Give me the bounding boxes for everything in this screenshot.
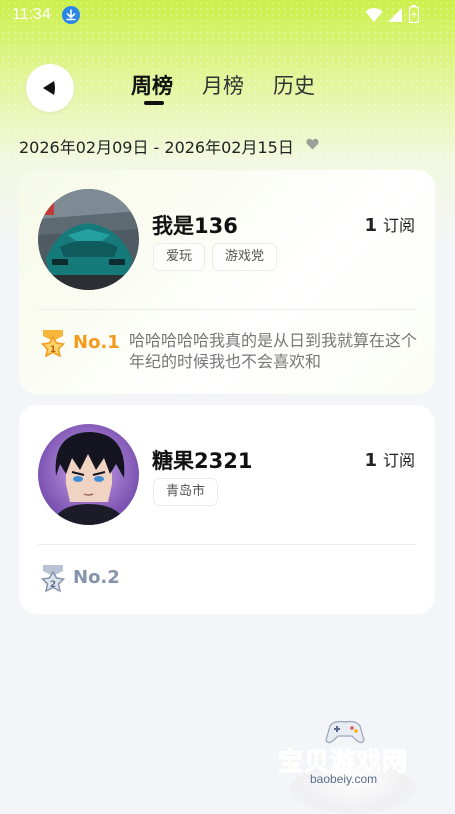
avatar[interactable] [38,189,139,290]
comment-text: 哈哈哈哈哈我真的是从日到我就算在这个年纪的时候我也不会喜欢和 [129,331,418,371]
tab-monthly[interactable]: 月榜 [202,70,244,100]
tab-history[interactable]: 历史 [273,70,315,100]
watermark-url: baobeiy.com [310,772,378,786]
ranking-card-2[interactable]: 糖果2321 1 订阅 青岛市 2 No.2 [19,405,435,614]
avatar[interactable] [38,424,139,525]
divider [38,309,416,310]
signal-icon [388,8,402,22]
status-bar: 11:34 [0,0,455,32]
user-tag: 青岛市 [153,478,219,506]
subscribe-number: 1 [364,450,377,471]
user-tag: 爱玩 [153,243,206,271]
heart-icon [306,138,319,150]
active-tab-indicator [144,101,164,105]
svg-text:1: 1 [50,345,56,355]
gold-medal-icon: 1 [40,330,66,358]
divider [38,544,416,545]
subscribe-count: 1 订阅 [364,447,415,471]
date-range[interactable]: 2026年02月09日 - 2026年02月15日 [19,134,294,158]
download-icon [62,6,80,24]
watermark-logo: 宝贝游戏网 baobeiy.com [276,716,426,814]
subscribe-number: 1 [364,215,377,236]
rank-label: No.2 [73,567,120,588]
user-name: 我是136 [152,214,238,238]
rank-label: No.1 [73,332,120,353]
battery-icon [409,5,419,23]
silver-medal-icon: 2 [40,565,66,593]
car-avatar-image [38,189,139,290]
subscribe-count: 1 订阅 [364,212,415,236]
subscribe-label: 订阅 [382,216,415,235]
back-button[interactable] [26,64,74,112]
back-arrow-icon [43,81,55,95]
user-name: 糖果2321 [152,449,253,473]
subscribe-label: 订阅 [382,451,415,470]
tab-weekly[interactable]: 周榜 [131,70,173,100]
anime-avatar-image [38,424,139,525]
svg-text:2: 2 [50,580,56,590]
ranking-card-1[interactable]: 我是136 1 订阅 爱玩 游戏党 1 No.1 哈哈哈哈哈我真的是从日到我就算在… [19,170,435,394]
user-tag: 游戏党 [212,243,278,271]
wifi-icon [365,8,383,22]
status-time: 11:34 [12,6,51,23]
